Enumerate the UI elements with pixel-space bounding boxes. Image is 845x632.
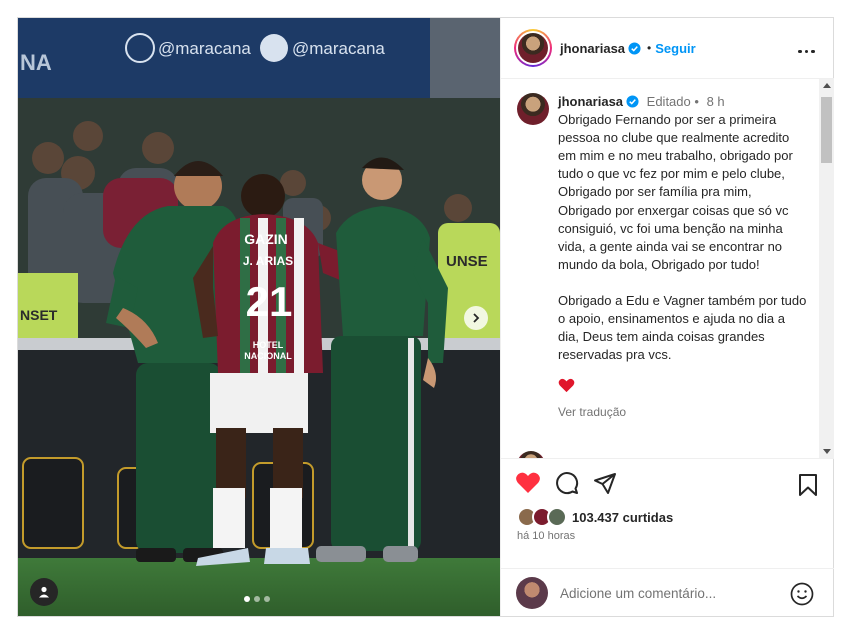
share-icon[interactable] xyxy=(593,471,617,495)
carousel-dot xyxy=(254,596,260,602)
jersey-number: 21 xyxy=(246,278,293,325)
profile-avatar-story-ring[interactable] xyxy=(514,29,552,67)
post-photo[interactable]: @maracana @maracana NA UNSE NSET GAZIN J… xyxy=(18,18,500,616)
caption-username[interactable]: jhonariasa xyxy=(558,94,623,109)
header-separator: • xyxy=(647,41,652,55)
jersey-bottom-sponsor: HOTEL xyxy=(253,340,284,350)
comments-scrollbar[interactable] xyxy=(819,79,834,458)
emoji-icon[interactable] xyxy=(790,582,814,606)
current-user-avatar xyxy=(516,577,548,609)
post-actions: 103.437 curtidas há 10 horas xyxy=(501,458,834,569)
photo-illustration: @maracana @maracana NA UNSE NSET GAZIN J… xyxy=(18,18,500,616)
heart-filled-icon[interactable] xyxy=(515,471,541,495)
avatar xyxy=(547,507,567,527)
banner-text-1: @maracana xyxy=(158,39,251,58)
carousel-indicator xyxy=(244,596,270,602)
verified-badge-icon xyxy=(628,41,641,55)
banner-text-2: @maracana xyxy=(292,39,385,58)
banner-left-text: NA xyxy=(20,50,52,75)
avatar xyxy=(518,33,548,63)
caption-time[interactable]: 8 h xyxy=(707,94,725,109)
chevron-right-icon xyxy=(473,313,480,323)
carousel-dot xyxy=(264,596,270,602)
liked-by-avatars xyxy=(517,507,567,527)
caption: jhonariasa Editado • 8 h Obrigado Fernan… xyxy=(501,79,834,421)
add-comment-bar: Adicione um comentário... xyxy=(501,568,834,617)
caption-content: jhonariasa Editado • 8 h Obrigado Fernan… xyxy=(558,93,808,421)
more-horizontal-icon xyxy=(797,40,817,57)
post-header: jhonariasa • Seguir xyxy=(501,18,834,79)
likes-count[interactable]: 103.437 curtidas xyxy=(572,510,673,525)
post-timestamp[interactable]: há 10 horas xyxy=(517,530,575,542)
sign-text-1: UNSE xyxy=(446,253,488,270)
sign-text-2: NSET xyxy=(20,307,58,323)
caption-edited: Editado xyxy=(646,94,691,109)
comment-avatar[interactable] xyxy=(517,451,545,458)
comment-item: jouseferreira 8 h xyxy=(517,451,660,458)
jersey-name: J. ARIAS xyxy=(243,254,293,268)
post-side-panel: jhonariasa • Seguir jhonariasa Editado •… xyxy=(500,18,834,616)
verified-badge-icon xyxy=(626,95,639,108)
instagram-post: @maracana @maracana NA UNSE NSET GAZIN J… xyxy=(17,17,834,617)
carousel-dot-active xyxy=(244,596,250,602)
more-options-button[interactable] xyxy=(797,40,817,58)
likes-summary[interactable]: 103.437 curtidas xyxy=(517,507,673,527)
comments-area[interactable]: jhonariasa Editado • 8 h Obrigado Fernan… xyxy=(501,79,834,458)
user-tag-icon xyxy=(39,586,49,598)
svg-text:NACIONAL: NACIONAL xyxy=(244,351,292,361)
jersey-sponsor: GAZIN xyxy=(244,231,288,247)
caption-text: Obrigado Fernando por ser a primeira pes… xyxy=(558,112,807,363)
header-username[interactable]: jhonariasa xyxy=(560,41,625,56)
bookmark-icon[interactable] xyxy=(798,473,818,497)
comment-input[interactable]: Adicione um comentário... xyxy=(560,586,716,601)
scroll-down-arrow-icon[interactable] xyxy=(823,449,831,454)
caption-avatar[interactable] xyxy=(517,93,549,125)
next-image-button[interactable] xyxy=(464,306,488,330)
red-heart-emoji-icon xyxy=(558,379,575,393)
tagged-users-button[interactable] xyxy=(30,578,58,606)
scrollbar-thumb[interactable] xyxy=(821,97,832,163)
see-translation-button[interactable]: Ver tradução xyxy=(558,403,808,421)
caption-emoji xyxy=(558,378,808,398)
scroll-up-arrow-icon[interactable] xyxy=(823,83,831,88)
caption-separator: • xyxy=(694,94,699,109)
follow-button[interactable]: Seguir xyxy=(655,41,695,56)
comment-icon[interactable] xyxy=(555,471,579,495)
